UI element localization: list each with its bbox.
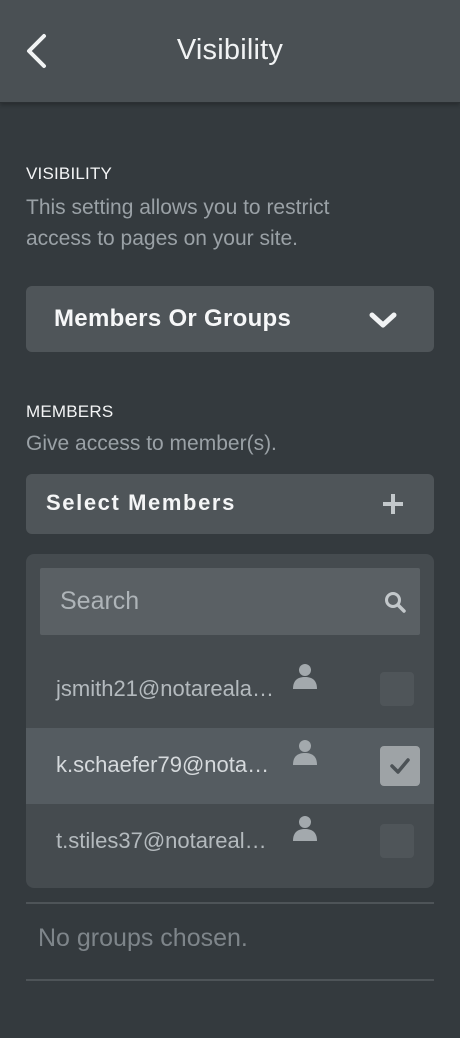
visibility-dropdown[interactable]: Members Or Groups	[26, 286, 434, 352]
user-icon	[293, 664, 317, 689]
member-checkbox-checked[interactable]	[380, 746, 420, 786]
visibility-dropdown-value: Members Or Groups	[54, 305, 292, 332]
header-bar: Visibility	[0, 0, 460, 103]
chevron-down-icon	[369, 312, 397, 328]
member-row[interactable]: jsmith21@notareala…	[26, 652, 434, 728]
member-search-input[interactable]	[40, 568, 370, 635]
checkmark-icon	[390, 758, 410, 774]
member-checkbox[interactable]	[380, 672, 414, 706]
select-members-label: Select Members	[46, 490, 236, 515]
member-email: jsmith21@notareala…	[56, 676, 274, 701]
search-icon[interactable]	[384, 591, 406, 613]
user-icon	[293, 740, 317, 765]
divider	[26, 979, 434, 981]
member-email: t.stiles37@notareal…	[56, 828, 267, 853]
visibility-description: This setting allows you to restrict acce…	[26, 192, 329, 254]
visibility-section-label: VISIBILITY	[26, 164, 113, 183]
member-search-box	[40, 568, 420, 635]
user-icon	[293, 816, 317, 841]
member-row[interactable]: t.stiles37@notareal…	[26, 804, 434, 880]
members-description: Give access to member(s).	[26, 432, 277, 455]
member-email: k.schaefer79@nota…	[56, 752, 270, 777]
visibility-description-line-1: This setting allows you to restrict	[26, 196, 330, 219]
no-groups-text: No groups chosen.	[38, 924, 248, 952]
members-picker-panel: jsmith21@notareala… k.schaefer79@nota… t…	[26, 554, 434, 888]
member-row-selected[interactable]: k.schaefer79@nota…	[26, 728, 434, 804]
select-members-button[interactable]: Select Members	[26, 474, 434, 534]
divider	[26, 902, 434, 904]
plus-icon	[383, 494, 403, 514]
members-section-label: MEMBERS	[26, 402, 114, 421]
visibility-description-line-2: access to pages on your site.	[26, 227, 298, 250]
page-title: Visibility	[176, 34, 284, 66]
member-checkbox[interactable]	[380, 824, 414, 858]
